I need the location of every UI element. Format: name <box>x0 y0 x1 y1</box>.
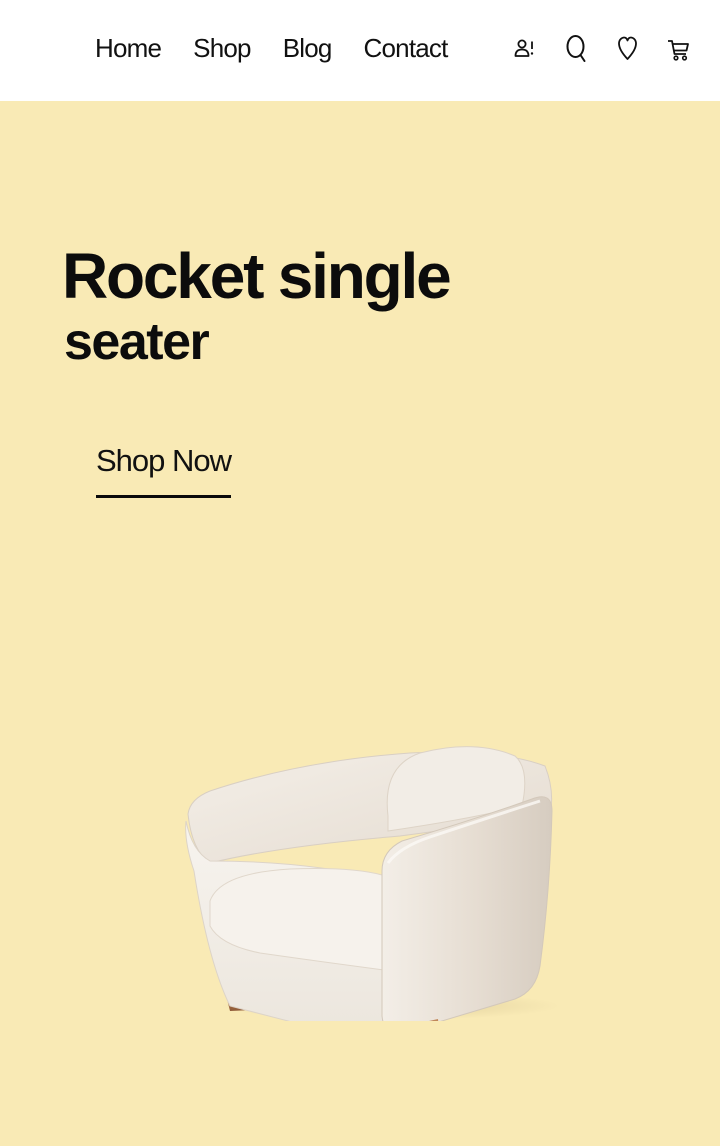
header-icons <box>512 30 692 66</box>
nav-contact-link[interactable]: Contact <box>364 30 449 66</box>
site-header: Home Shop Blog Contact <box>0 0 720 101</box>
hero-title-line1: Rocket single <box>62 240 452 312</box>
shop-now-button[interactable]: Shop Now <box>96 441 232 498</box>
nav-blog-link[interactable]: Blog <box>283 30 333 66</box>
main-nav: Home Shop Blog Contact <box>95 30 448 66</box>
heart-icon[interactable] <box>614 30 641 66</box>
nav-shop-link[interactable]: Shop <box>193 30 251 66</box>
search-icon[interactable] <box>563 30 590 66</box>
nav-home-link[interactable]: Home <box>95 30 162 66</box>
user-icon[interactable] <box>512 30 539 66</box>
hero-title-line2: seater <box>64 313 210 371</box>
armchair-image <box>170 641 570 1051</box>
cart-icon[interactable] <box>665 30 692 66</box>
hero-section: Rocket single seater Shop Now <box>0 101 720 1146</box>
hero-title: Rocket single seater <box>62 241 482 373</box>
